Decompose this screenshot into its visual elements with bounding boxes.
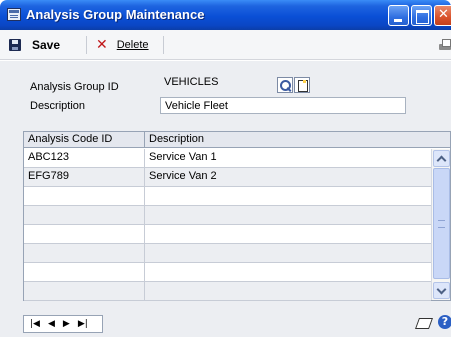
code-cell[interactable]: ABC123: [24, 149, 145, 167]
description-label: Description: [30, 100, 86, 112]
description-cell[interactable]: Service Van 1: [145, 149, 431, 167]
code-cell[interactable]: [24, 225, 145, 243]
toolbar-separator: [163, 36, 164, 54]
new-document-icon[interactable]: [294, 77, 310, 93]
description-cell[interactable]: [145, 263, 431, 281]
description-field[interactable]: Vehicle Fleet: [160, 97, 406, 114]
form-icon: [7, 8, 21, 21]
close-button[interactable]: [434, 5, 451, 26]
vertical-scrollbar[interactable]: [431, 149, 450, 300]
description-cell[interactable]: Service Van 2: [145, 168, 431, 186]
toolbar: Save ✕ Delete: [0, 30, 451, 60]
code-cell[interactable]: [24, 282, 145, 300]
table-row[interactable]: [24, 282, 431, 301]
note-icon[interactable]: [416, 316, 431, 330]
description-cell[interactable]: [145, 225, 431, 243]
scroll-down-button[interactable]: [433, 282, 450, 299]
save-label: Save: [32, 38, 61, 52]
toolbar-separator: [86, 36, 87, 54]
help-icon[interactable]: ?: [438, 315, 451, 329]
save-disk-icon: [9, 39, 21, 51]
code-cell[interactable]: [24, 206, 145, 224]
code-cell[interactable]: [24, 244, 145, 262]
header-fields: Analysis Group ID VEHICLES Description V…: [23, 69, 451, 114]
description-cell[interactable]: [145, 282, 431, 300]
table-row[interactable]: [24, 225, 431, 244]
last-record-icon[interactable]: ▶|: [78, 319, 88, 329]
description-cell[interactable]: [145, 244, 431, 262]
magnifier-icon[interactable]: [277, 77, 293, 93]
group-id-field[interactable]: VEHICLES: [160, 74, 277, 91]
table-row[interactable]: [24, 187, 431, 206]
analysis-code-grid: Analysis Code ID Description ABC123 Servi…: [23, 131, 451, 301]
scroll-up-button[interactable]: [433, 150, 450, 167]
window-title: Analysis Group Maintenance: [26, 7, 205, 22]
delete-x-icon: ✕: [96, 37, 108, 53]
delete-button[interactable]: ✕ Delete: [96, 37, 149, 53]
code-cell[interactable]: [24, 263, 145, 281]
save-button[interactable]: Save: [9, 37, 60, 53]
column-header-code[interactable]: Analysis Code ID: [24, 132, 145, 148]
column-header-description[interactable]: Description: [145, 132, 450, 148]
code-cell[interactable]: [24, 187, 145, 205]
table-row[interactable]: [24, 206, 431, 225]
table-row[interactable]: ABC123 Service Van 1: [24, 149, 431, 168]
description-cell[interactable]: [145, 206, 431, 224]
first-record-icon[interactable]: |◀: [30, 319, 40, 329]
delete-label: Delete: [116, 39, 149, 51]
table-row[interactable]: [24, 263, 431, 282]
previous-record-icon[interactable]: ◀: [48, 319, 55, 329]
grid-rows: ABC123 Service Van 1 EFG789 Service Van 2: [24, 149, 431, 301]
code-cell[interactable]: EFG789: [24, 168, 145, 186]
group-id-label: Analysis Group ID: [30, 81, 119, 93]
scroll-thumb[interactable]: [433, 168, 450, 279]
group-id-lookup: [277, 77, 310, 93]
maximize-button[interactable]: [411, 5, 432, 26]
record-navigation: |◀ ◀ ▶ ▶|: [23, 315, 103, 333]
description-cell[interactable]: [145, 187, 431, 205]
form-body: Analysis Group ID VEHICLES Description V…: [0, 61, 451, 337]
table-row[interactable]: [24, 244, 431, 263]
grid-header: Analysis Code ID Description: [24, 132, 450, 148]
printer-icon[interactable]: [439, 39, 451, 51]
title-bar[interactable]: Analysis Group Maintenance: [0, 0, 451, 30]
table-row[interactable]: EFG789 Service Van 2: [24, 168, 431, 187]
next-record-icon[interactable]: ▶: [63, 319, 70, 329]
minimize-button[interactable]: [388, 5, 409, 26]
